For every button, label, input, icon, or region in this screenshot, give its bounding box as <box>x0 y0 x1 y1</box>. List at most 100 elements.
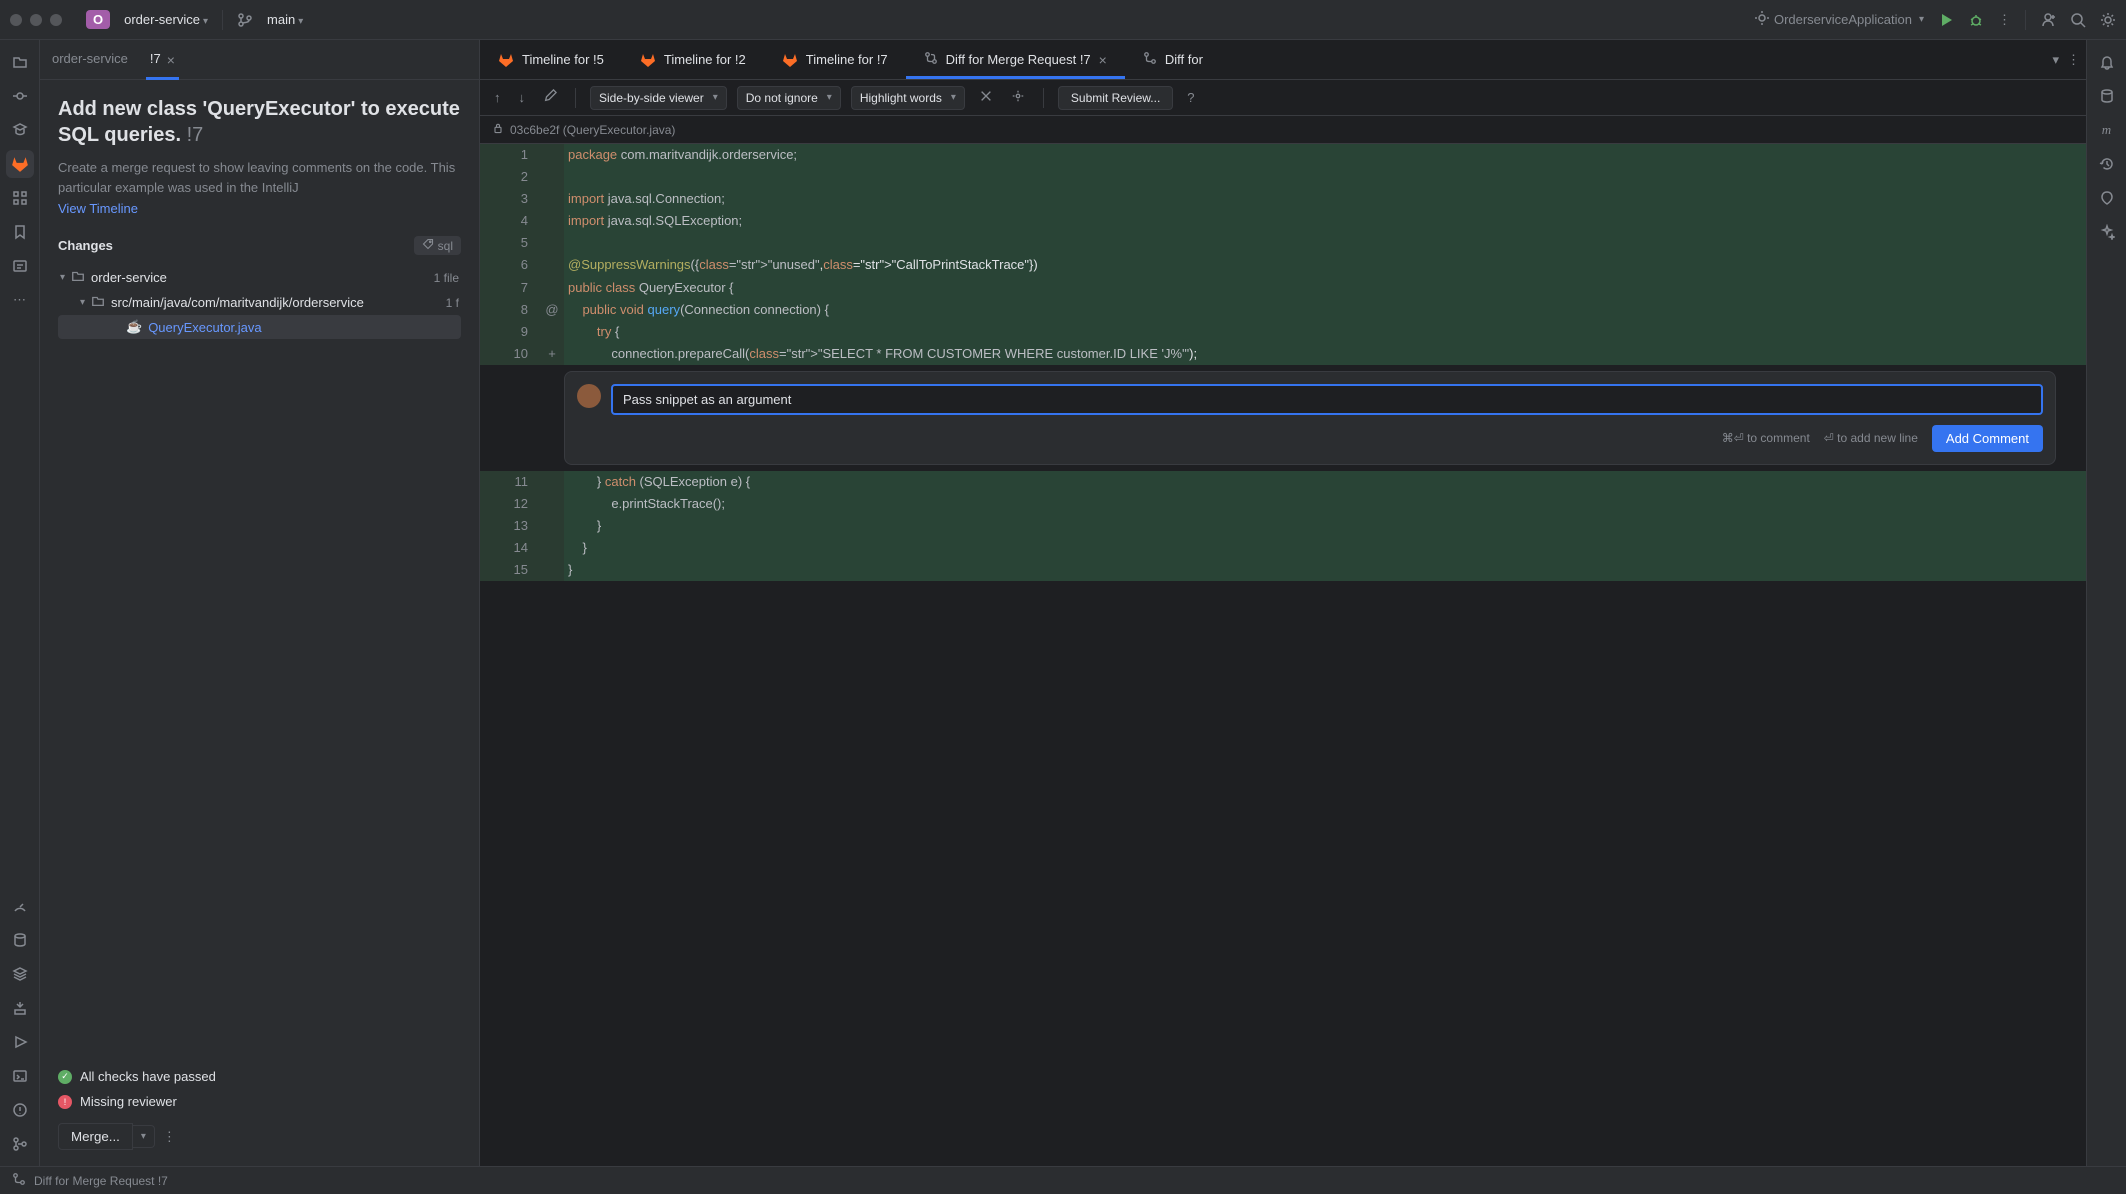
code-line[interactable]: 14 } <box>480 537 2086 559</box>
structure-icon[interactable] <box>6 184 34 212</box>
close-icon[interactable]: × <box>1099 52 1107 68</box>
error-icon: ! <box>58 1095 72 1109</box>
tree-path[interactable]: ▾ src/main/java/com/maritvandijk/orderse… <box>58 290 461 315</box>
build-icon[interactable] <box>6 994 34 1022</box>
edit-icon[interactable] <box>539 89 561 106</box>
commit-icon[interactable] <box>6 82 34 110</box>
statusbar: Diff for Merge Request !7 <box>0 1166 2126 1194</box>
tab-timeline-7[interactable]: Timeline for !7 <box>764 40 906 79</box>
diff-toolbar: ↑ ↓ Side-by-side viewer▾ Do not ignore▾ … <box>480 80 2086 116</box>
left-toolstrip: ⋯ <box>0 40 40 1166</box>
code-line[interactable]: 7public class QueryExecutor { <box>480 277 2086 299</box>
editor-area: Timeline for !5 Timeline for !2 Timeline… <box>480 40 2086 1166</box>
run-icon[interactable] <box>1938 12 1954 28</box>
tree-file[interactable]: ☕ QueryExecutor.java <box>58 315 461 339</box>
add-comment-button[interactable]: Add Comment <box>1932 425 2043 452</box>
coverage-icon[interactable] <box>2093 184 2121 212</box>
tabs-dropdown-icon[interactable]: ▾ <box>2044 52 2067 68</box>
diff-viewer[interactable]: 1package com.maritvandijk.orderservice;2… <box>480 144 2086 1166</box>
tag-icon <box>422 238 434 253</box>
newline-hint: ⏎ to add new line <box>1824 428 1918 448</box>
next-diff-icon[interactable]: ↓ <box>515 90 530 105</box>
branch-name[interactable]: main▾ <box>267 12 303 27</box>
tree-root[interactable]: ▾ order-service 1 file <box>58 265 461 290</box>
merge-more-icon[interactable]: ⋮ <box>163 1129 176 1145</box>
database-icon[interactable] <box>6 926 34 954</box>
statusbar-text: Diff for Merge Request !7 <box>34 1174 168 1188</box>
viewer-select[interactable]: Side-by-side viewer▾ <box>590 86 727 110</box>
file-path-bar: 03c6be2f (QueryExecutor.java) <box>480 116 2086 144</box>
tabs-more-icon[interactable]: ⋮ <box>2067 52 2080 68</box>
git-icon[interactable] <box>6 1130 34 1158</box>
more-tools-icon[interactable]: ⋯ <box>6 286 34 314</box>
database-right-icon[interactable] <box>2093 82 2121 110</box>
notifications-icon[interactable] <box>2093 48 2121 76</box>
merge-button[interactable]: Merge...▾ <box>58 1123 155 1150</box>
window-controls[interactable] <box>10 14 62 26</box>
learn-icon[interactable] <box>6 116 34 144</box>
code-line[interactable]: 12 e.printStackTrace(); <box>480 493 2086 515</box>
collab-icon[interactable] <box>2040 12 2056 28</box>
tab-diff-more[interactable]: Diff for <box>1125 40 1221 79</box>
dashboard-icon[interactable] <box>6 892 34 920</box>
code-line[interactable]: 2 <box>480 166 2086 188</box>
lock-icon <box>492 122 504 137</box>
folder-icon[interactable] <box>6 48 34 76</box>
avatar <box>577 384 601 408</box>
status-reviewer: ! Missing reviewer <box>58 1094 461 1109</box>
run-config[interactable]: OrderserviceApplication▾ <box>1754 10 1924 29</box>
ignore-select[interactable]: Do not ignore▾ <box>737 86 841 110</box>
editor-tabs: Timeline for !5 Timeline for !2 Timeline… <box>480 40 2086 80</box>
maven-icon[interactable]: m <box>2093 116 2121 144</box>
view-timeline-link[interactable]: View Timeline <box>58 201 461 216</box>
debug-icon[interactable] <box>1968 12 1984 28</box>
help-icon[interactable]: ? <box>1183 90 1198 105</box>
project-name[interactable]: order-service▾ <box>124 12 208 27</box>
mr-description: Create a merge request to show leaving c… <box>58 158 461 197</box>
bookmark-icon[interactable] <box>6 218 34 246</box>
submit-review-button[interactable]: Submit Review... <box>1058 86 1173 110</box>
code-line[interactable]: 5 <box>480 232 2086 254</box>
tab-diff-7[interactable]: Diff for Merge Request !7 × <box>906 40 1125 79</box>
check-ok-icon: ✓ <box>58 1070 72 1084</box>
code-line[interactable]: 6@SuppressWarnings({class="str">"unused"… <box>480 254 2086 276</box>
comment-panel: ⌘⏎ to comment ⏎ to add new line Add Comm… <box>564 371 2056 465</box>
code-line[interactable]: 8@ public void query(Connection connecti… <box>480 299 2086 321</box>
gitlab-icon[interactable] <box>6 150 34 178</box>
merge-icon <box>12 1172 26 1189</box>
code-line[interactable]: 11 } catch (SQLException e) { <box>480 471 2086 493</box>
ai-icon[interactable] <box>2093 218 2121 246</box>
tab-timeline-2[interactable]: Timeline for !2 <box>622 40 764 79</box>
pull-request-icon[interactable] <box>6 252 34 280</box>
prev-diff-icon[interactable]: ↑ <box>490 90 505 105</box>
more-icon[interactable]: ⋮ <box>1998 12 2011 28</box>
project-badge: O <box>86 10 110 29</box>
diff-settings-icon[interactable] <box>1007 89 1029 106</box>
tab-project[interactable]: order-service <box>52 51 128 68</box>
settings-icon[interactable] <box>2100 12 2116 28</box>
code-line[interactable]: 9 try { <box>480 321 2086 343</box>
tab-timeline-5[interactable]: Timeline for !5 <box>480 40 622 79</box>
code-line[interactable]: 10+ connection.prepareCall(class="str">"… <box>480 343 2086 365</box>
highlight-select[interactable]: Highlight words▾ <box>851 86 965 110</box>
services-icon[interactable] <box>6 1028 34 1056</box>
mr-title: Add new class 'QueryExecutor' to execute… <box>58 96 461 148</box>
tag-chip[interactable]: sql <box>414 236 461 255</box>
status-checks: ✓ All checks have passed <box>58 1069 461 1084</box>
problems-icon[interactable] <box>6 1096 34 1124</box>
titlebar: O order-service▾ main▾ OrderserviceAppli… <box>0 0 2126 40</box>
code-line[interactable]: 13 } <box>480 515 2086 537</box>
commit-hint: ⌘⏎ to comment <box>1722 428 1810 448</box>
tab-mr[interactable]: !7 × <box>146 40 179 79</box>
comment-input[interactable] <box>611 384 2043 415</box>
code-line[interactable]: 1package com.maritvandijk.orderservice; <box>480 144 2086 166</box>
code-line[interactable]: 15} <box>480 559 2086 581</box>
close-icon[interactable]: × <box>167 52 175 68</box>
code-line[interactable]: 3import java.sql.Connection; <box>480 188 2086 210</box>
search-icon[interactable] <box>2070 12 2086 28</box>
layers-icon[interactable] <box>6 960 34 988</box>
collapse-icon[interactable] <box>975 89 997 106</box>
terminal-icon[interactable] <box>6 1062 34 1090</box>
code-line[interactable]: 4import java.sql.SQLException; <box>480 210 2086 232</box>
history-icon[interactable] <box>2093 150 2121 178</box>
